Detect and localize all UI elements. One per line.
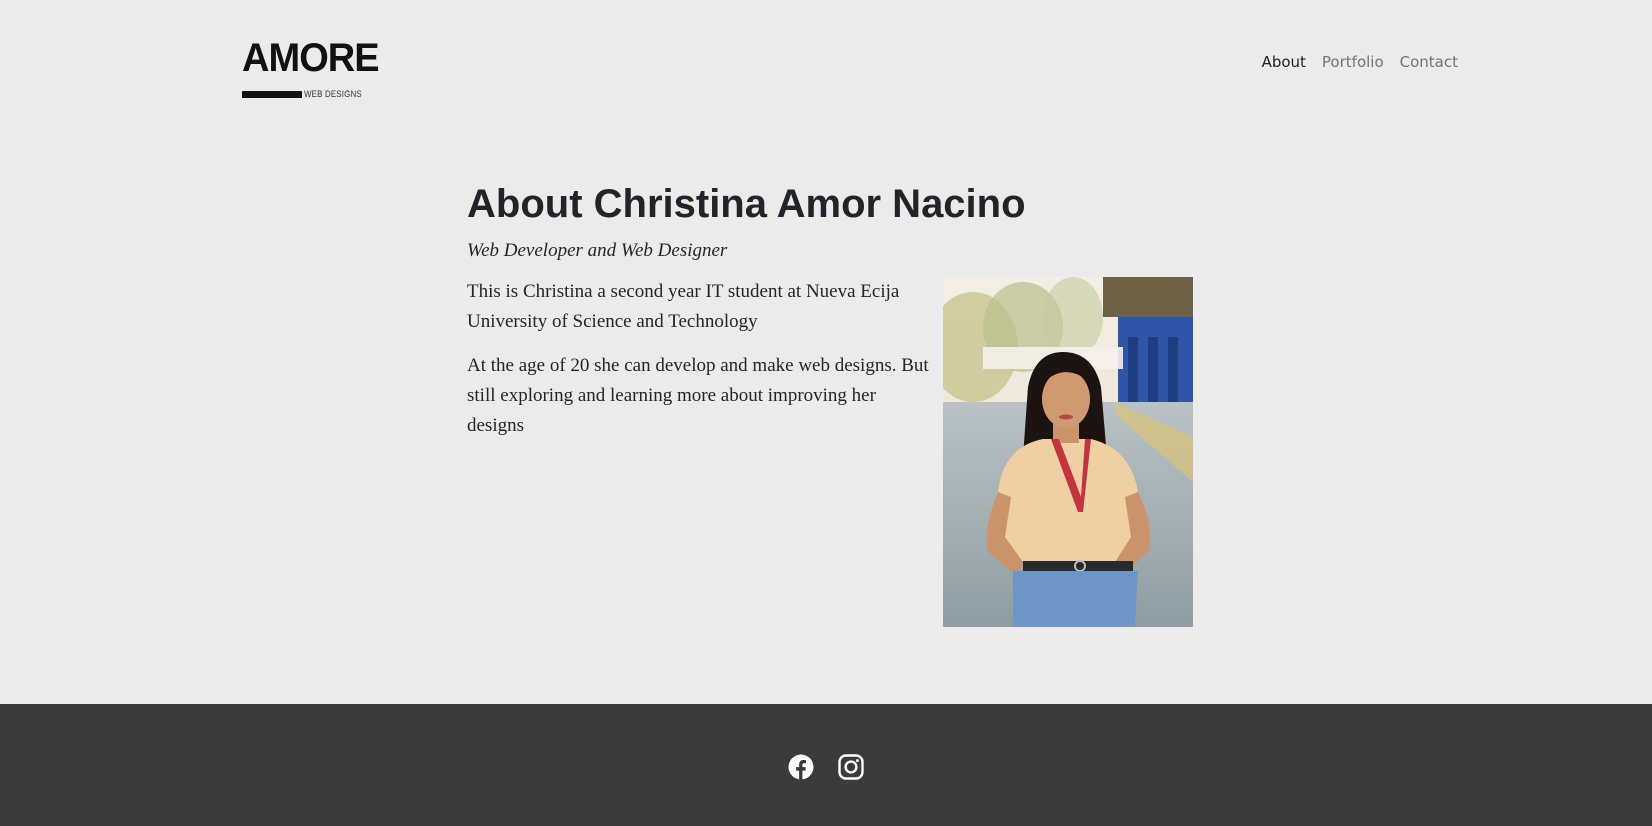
main-nav: About Portfolio Contact	[1262, 53, 1458, 71]
about-paragraph: This is Christina a second year IT stude…	[467, 280, 900, 332]
facebook-icon	[788, 754, 814, 780]
about-text: This is Christina a second year IT stude…	[467, 277, 937, 441]
profile-photo-illustration	[943, 276, 1193, 627]
nav-link-contact[interactable]: Contact	[1400, 53, 1458, 71]
instagram-link[interactable]	[838, 754, 864, 780]
page-title: About Christina Amor Nacino	[467, 182, 1026, 226]
site-logo[interactable]: AMORE WEB DESIGNS	[242, 38, 380, 104]
instagram-icon	[838, 754, 864, 780]
page-subtitle: Web Developer and Web Designer	[467, 240, 728, 261]
logo-underline-bar	[242, 91, 302, 98]
about-section: About Christina Amor Nacino Web Develope…	[467, 180, 1195, 627]
logo-subtitle: WEB DESIGNS	[304, 89, 362, 99]
logo-wordmark: AMORE	[242, 36, 380, 80]
social-links	[0, 754, 1652, 780]
nav-link-portfolio[interactable]: Portfolio	[1322, 53, 1384, 71]
about-paragraph: At the age of 20 she can develop and mak…	[467, 354, 929, 436]
site-header: AMORE WEB DESIGNS About Portfolio Contac…	[0, 0, 1652, 130]
nav-link-about[interactable]: About	[1262, 53, 1306, 71]
profile-photo	[943, 276, 1193, 627]
about-content: This is Christina a second year IT stude…	[467, 276, 1195, 627]
site-footer	[0, 704, 1652, 826]
facebook-link[interactable]	[788, 754, 814, 780]
